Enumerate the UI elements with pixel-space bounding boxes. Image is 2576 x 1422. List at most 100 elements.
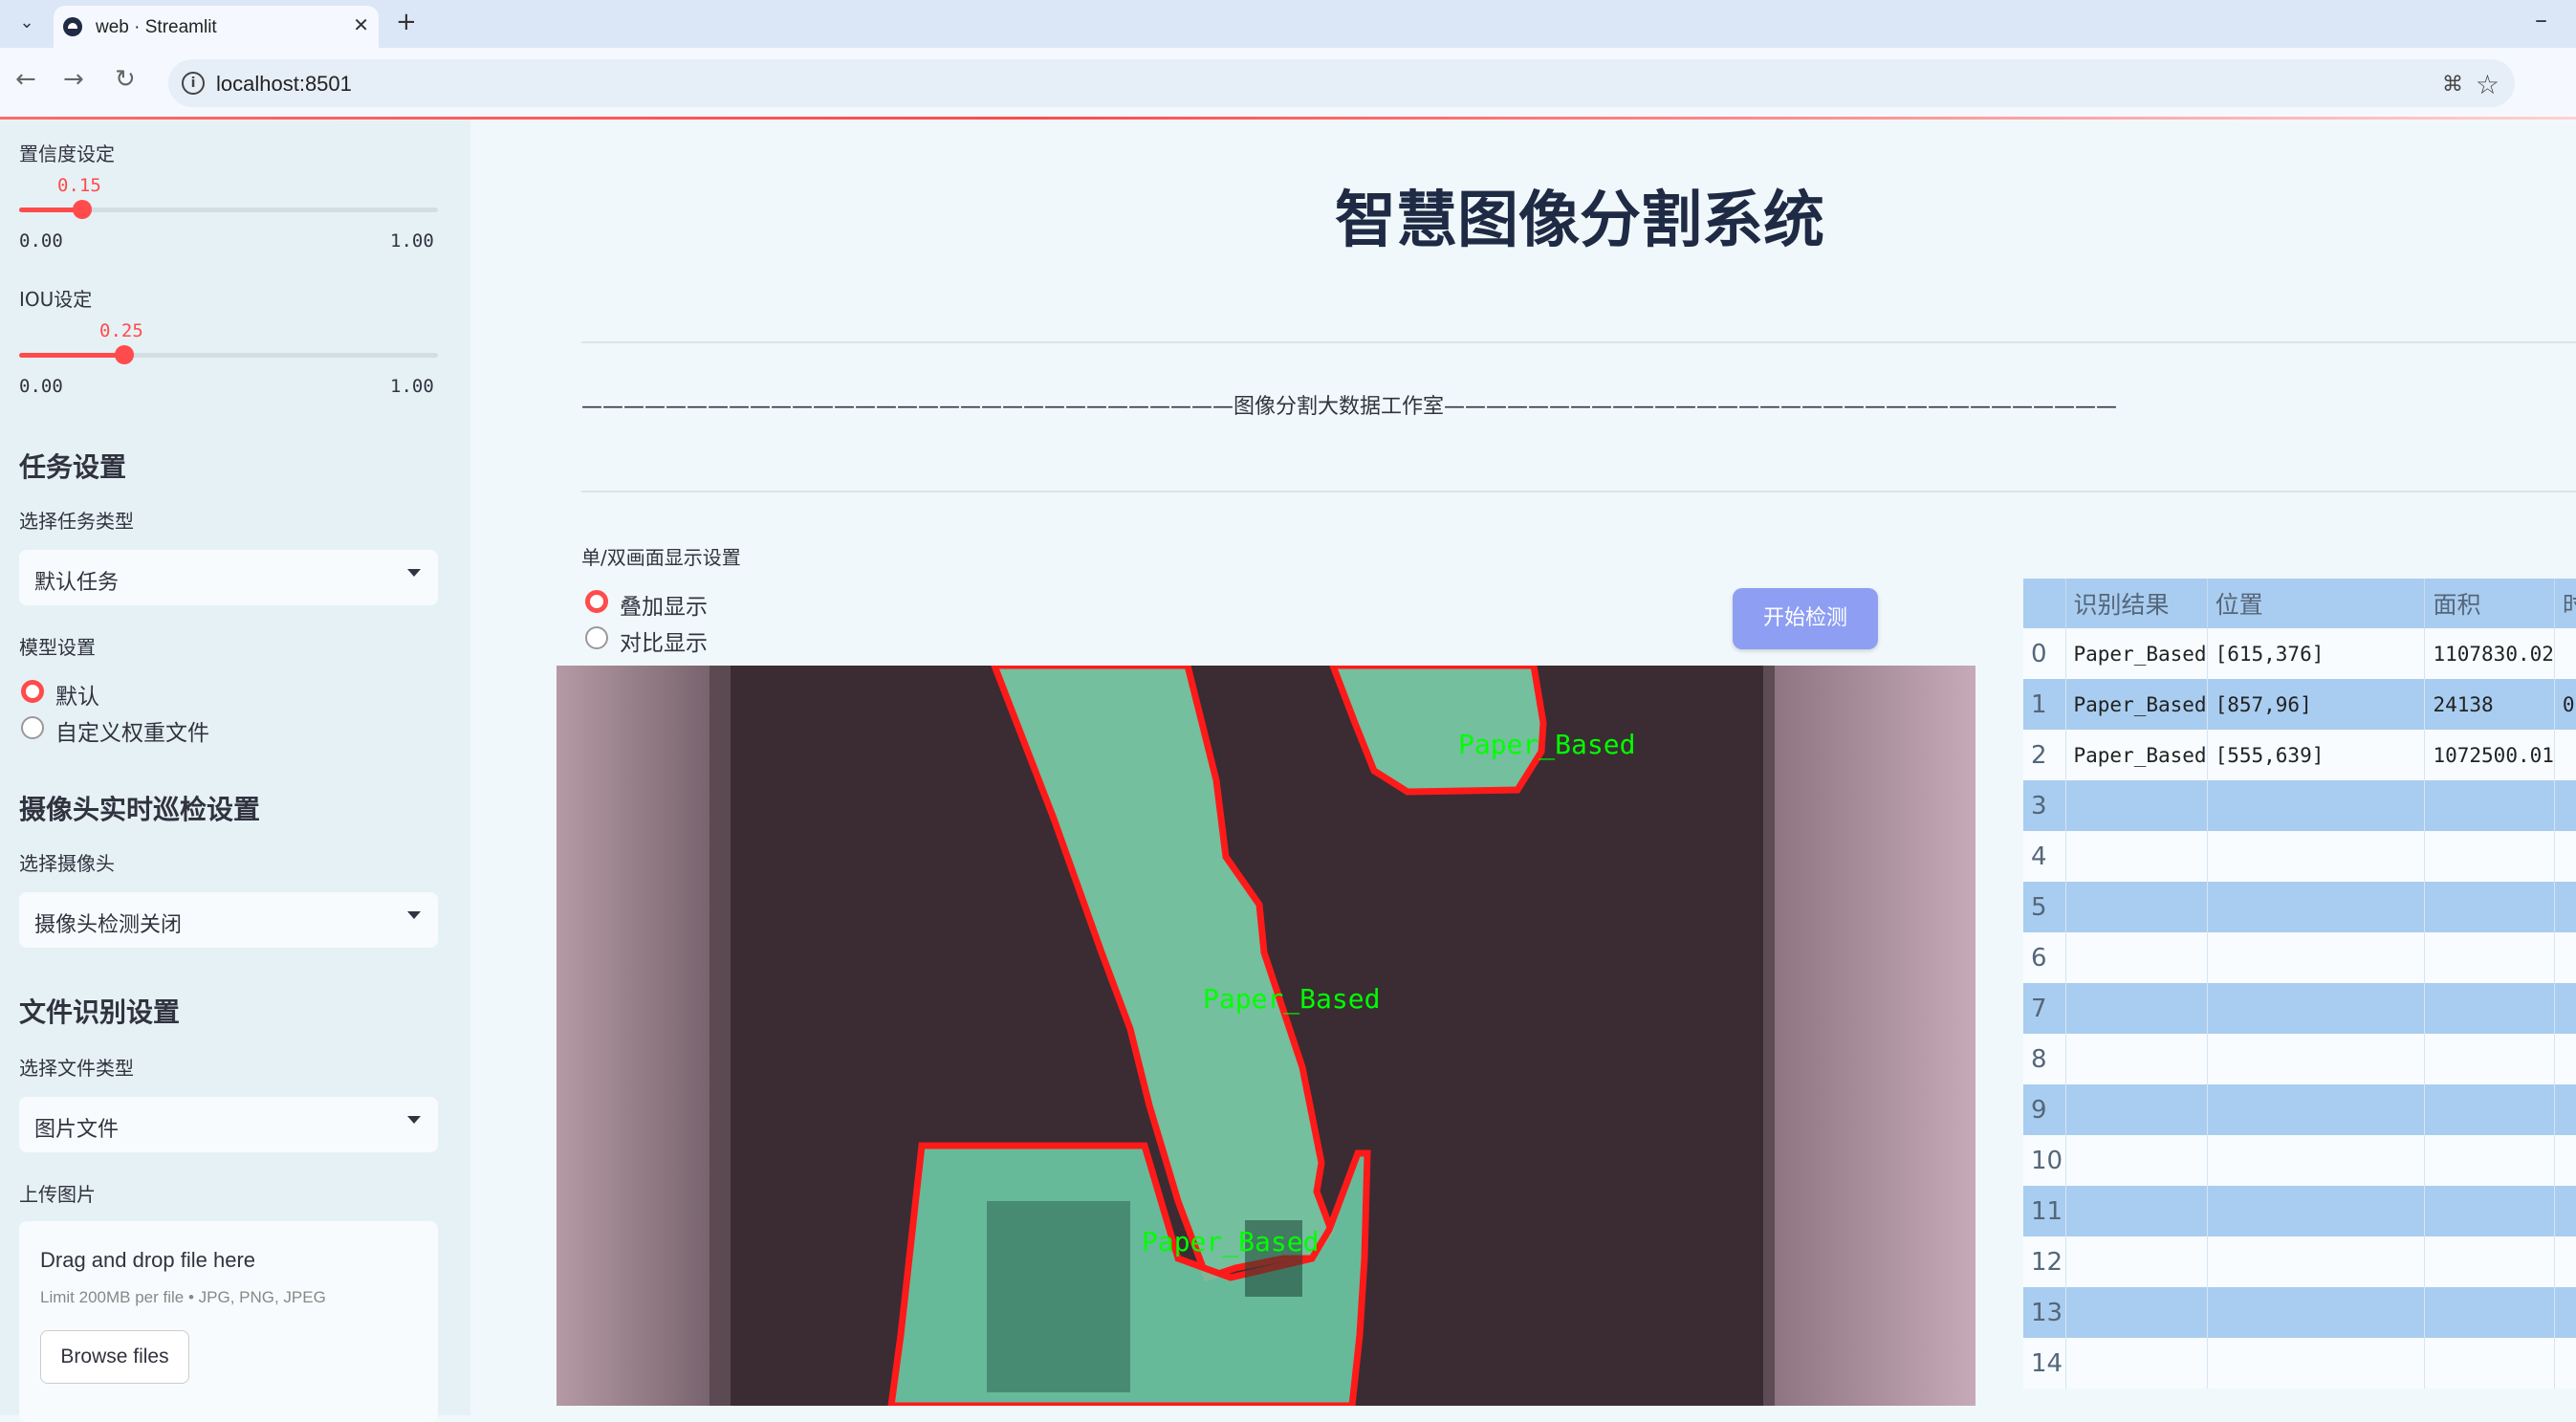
- display-radio-overlay[interactable]: 叠加显示: [585, 590, 708, 620]
- results-table[interactable]: 识别结果 位置 面积 时间 0Paper_Based[615,376]11078…: [2023, 579, 2576, 1415]
- column-header-index[interactable]: [2023, 579, 2066, 628]
- address-bar[interactable]: i localhost:8501 ⌘ ☆: [168, 59, 2515, 107]
- table-row[interactable]: 14: [2023, 1338, 2576, 1389]
- table-row[interactable]: 7: [2023, 983, 2576, 1034]
- table-row[interactable]: 1Paper_Based[857,96]241380.04: [2023, 679, 2576, 730]
- divider-bottom: [581, 491, 2576, 492]
- column-header-position[interactable]: 位置: [2207, 579, 2426, 628]
- bookmark-star-icon[interactable]: ☆: [2476, 69, 2500, 100]
- task-type-label: 选择任务类型: [19, 510, 134, 533]
- table-row[interactable]: 2 Paper_Based [555,639] 1072500.01: [2023, 730, 2576, 780]
- column-header-result[interactable]: 识别结果: [2065, 579, 2208, 628]
- url-text[interactable]: localhost:8501: [216, 72, 352, 97]
- iou-slider-thumb[interactable]: [114, 345, 134, 364]
- cell-position: [2207, 1084, 2426, 1135]
- cell-time: [2554, 628, 2576, 679]
- cell-position: [2207, 882, 2426, 932]
- iou-slider[interactable]: [19, 345, 438, 364]
- cell-time: [2554, 1186, 2576, 1236]
- browser-tab-bar: ⌄ web · Streamlit ✕ + –: [0, 0, 2576, 48]
- cell-time: 0.04: [2554, 679, 2576, 730]
- table-row[interactable]: 3: [2023, 780, 2576, 831]
- box-print: [987, 1201, 1130, 1392]
- back-arrow-icon[interactable]: ←: [15, 65, 36, 94]
- cell-area: [2424, 932, 2555, 983]
- confidence-slider[interactable]: [19, 200, 438, 219]
- table-row[interactable]: 13: [2023, 1287, 2576, 1338]
- table-row[interactable]: 10: [2023, 1135, 2576, 1186]
- table-row[interactable]: 11: [2023, 1186, 2576, 1236]
- forward-arrow-icon[interactable]: →: [63, 65, 84, 94]
- translate-icon[interactable]: ⌘: [2442, 73, 2463, 97]
- confidence-min: 0.00: [19, 230, 63, 252]
- cell-area: [2424, 1084, 2555, 1135]
- cell-time: [2554, 882, 2576, 932]
- start-detection-button[interactable]: 开始检测: [1733, 588, 1878, 649]
- table-row[interactable]: 0 Paper_Based [615,376] 1107830.02: [2023, 628, 2576, 679]
- tab-search-chevron-icon[interactable]: ⌄: [13, 10, 40, 36]
- file-uploader-dropzone[interactable]: Drag and drop file here Limit 200MB per …: [19, 1221, 438, 1422]
- cell-index: 1: [2023, 679, 2066, 730]
- radio-unselected-icon: [21, 716, 44, 739]
- cell-time: [2554, 1338, 2576, 1389]
- display-radio-compare[interactable]: 对比显示: [585, 626, 708, 656]
- door-frame: [709, 666, 731, 1406]
- reload-icon[interactable]: ↻: [115, 65, 136, 94]
- upload-title: Drag and drop file here: [40, 1248, 256, 1272]
- cell-position: [2207, 1034, 2426, 1084]
- chevron-down-icon: [407, 1116, 421, 1124]
- cell-area: 1072500.01: [2424, 730, 2555, 780]
- cell-result: Paper_Based: [2065, 679, 2208, 730]
- task-type-select[interactable]: 默认任务: [19, 550, 438, 605]
- table-row[interactable]: 8: [2023, 1034, 2576, 1084]
- chevron-down-icon: [407, 569, 421, 577]
- upload-label: 上传图片: [19, 1183, 96, 1206]
- table-row[interactable]: 4: [2023, 831, 2576, 882]
- model-radio-custom[interactable]: 自定义权重文件: [21, 716, 209, 746]
- cell-position: [2207, 831, 2426, 882]
- cell-index: 8: [2023, 1034, 2066, 1084]
- radio-selected-icon: [21, 680, 44, 703]
- mask-label: Paper_Based: [1142, 1226, 1319, 1258]
- cell-time: [2554, 780, 2576, 831]
- cell-area: [2424, 831, 2555, 882]
- new-tab-plus-icon[interactable]: +: [396, 8, 417, 36]
- cell-area: [2424, 780, 2555, 831]
- file-type-select[interactable]: 图片文件: [19, 1097, 438, 1152]
- cell-time: [2554, 1084, 2576, 1135]
- cell-area: [2424, 1236, 2555, 1287]
- table-row[interactable]: 9: [2023, 1084, 2576, 1135]
- table-row[interactable]: 5: [2023, 882, 2576, 932]
- site-info-icon[interactable]: i: [182, 72, 205, 95]
- cell-result: [2065, 1287, 2208, 1338]
- display-option-label: 对比显示: [620, 631, 708, 656]
- column-header-time[interactable]: 时间: [2554, 579, 2576, 628]
- cell-position: [2207, 1135, 2426, 1186]
- iou-slider-fill: [19, 353, 124, 358]
- model-radio-default[interactable]: 默认: [21, 680, 99, 710]
- upload-limit-text: Limit 200MB per file • JPG, PNG, JPEG: [40, 1288, 326, 1306]
- browser-tab[interactable]: web · Streamlit ✕: [54, 6, 379, 48]
- model-option-label: 默认: [55, 685, 99, 710]
- cell-position: [2207, 1338, 2426, 1389]
- close-tab-icon[interactable]: ✕: [353, 13, 369, 36]
- minimize-window-icon[interactable]: –: [2535, 6, 2547, 34]
- camera-value: 摄像头检测关闭: [34, 913, 183, 937]
- cell-index: 4: [2023, 831, 2066, 882]
- table-row[interactable]: 6: [2023, 932, 2576, 983]
- cell-time: [2554, 983, 2576, 1034]
- browse-files-button[interactable]: Browse files: [40, 1330, 189, 1384]
- cell-result: [2065, 1236, 2208, 1287]
- cell-time: [2554, 1287, 2576, 1338]
- cell-index: 0: [2023, 628, 2066, 679]
- confidence-slider-thumb[interactable]: [72, 200, 92, 219]
- cell-result: Paper_Based: [2065, 628, 2208, 679]
- camera-select[interactable]: 摄像头检测关闭: [19, 892, 438, 948]
- column-header-area[interactable]: 面积: [2424, 579, 2555, 628]
- table-row[interactable]: 12: [2023, 1236, 2576, 1287]
- cell-area: [2424, 1186, 2555, 1236]
- cell-position: [2207, 1236, 2426, 1287]
- model-option-label: 自定义权重文件: [55, 721, 209, 746]
- cell-result: [2065, 780, 2208, 831]
- divider-top: [581, 341, 2576, 343]
